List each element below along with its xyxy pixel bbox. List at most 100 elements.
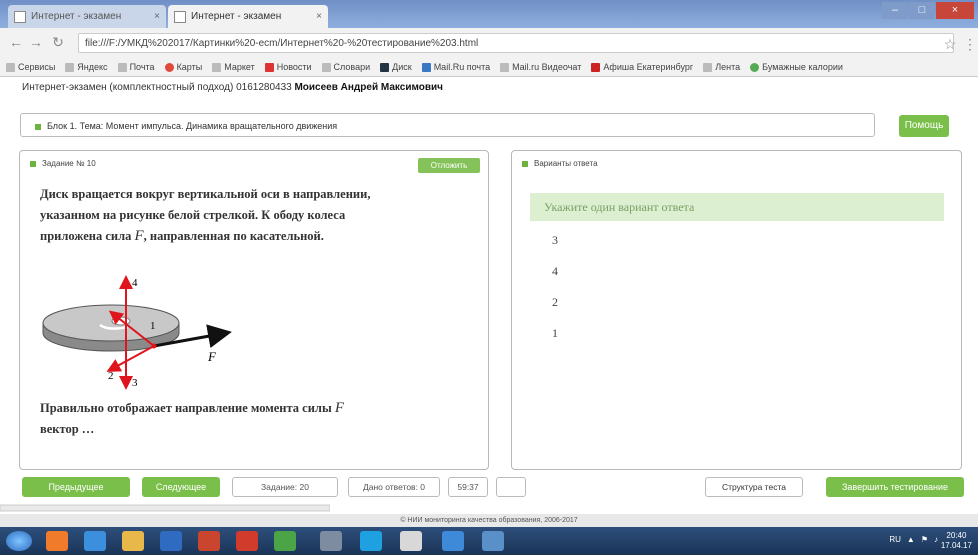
page-favicon-icon xyxy=(174,10,186,23)
exam-title: Интернет-экзамен (комплектностный подход… xyxy=(22,82,292,93)
volume-icon[interactable]: ♪ xyxy=(934,535,938,544)
bookmark-star-icon[interactable]: ☆ xyxy=(942,36,958,52)
page-scroll-strip[interactable] xyxy=(0,503,330,513)
question-text: Диск вращается вокруг вертикальной оси в… xyxy=(40,187,371,244)
green-square-icon xyxy=(522,160,528,167)
map-pin-icon xyxy=(164,62,174,72)
window-controls: – □ × xyxy=(882,2,974,19)
photo-app-icon[interactable] xyxy=(482,531,504,551)
timer: 59:37 xyxy=(448,477,488,497)
flag-icon[interactable]: ⚑ xyxy=(921,535,928,544)
force-symbol: F xyxy=(134,228,144,244)
answers-title: Варианты ответа xyxy=(534,159,598,168)
green-square-icon xyxy=(35,123,41,130)
maximize-icon[interactable]: □ xyxy=(909,2,935,19)
bookmark-item[interactable]: Новости xyxy=(264,62,312,72)
powerpoint-app-icon[interactable] xyxy=(198,531,220,551)
calculator-app-icon[interactable] xyxy=(400,531,422,551)
page-icon xyxy=(321,62,331,72)
answer-option[interactable]: 4 xyxy=(552,264,558,295)
postpone-button[interactable]: Отложить xyxy=(418,158,480,173)
block-topic-label: Блок 1. Тема: Момент импульса. Динамика … xyxy=(47,121,338,131)
tab-label: Интернет - экзамен xyxy=(31,11,122,22)
close-tab-icon[interactable]: × xyxy=(316,5,322,28)
answer-option[interactable]: 1 xyxy=(552,326,558,357)
next-button[interactable]: Следующее xyxy=(142,477,220,497)
green-square-icon xyxy=(30,160,36,167)
footer-copyright: © НИИ мониторинга качества образования, … xyxy=(0,514,978,527)
label-force: F xyxy=(207,349,217,364)
minimize-icon[interactable]: – xyxy=(882,2,908,19)
page-icon xyxy=(65,62,75,72)
bookmark-item[interactable]: Диск xyxy=(380,62,412,72)
question-header: Задание № 10 xyxy=(30,159,96,168)
close-tab-icon[interactable]: × xyxy=(154,5,160,28)
browser-tab-2[interactable]: Интернет - экзамен × xyxy=(168,5,328,28)
opera-browser-icon[interactable] xyxy=(236,531,258,551)
bookmark-item[interactable]: Яндекс xyxy=(65,62,108,72)
bookmarks-bar: Сервисы Яндекс Почта Карты Маркет Новост… xyxy=(0,58,978,77)
bookmark-item[interactable]: Сервисы xyxy=(6,62,55,72)
previous-button[interactable]: Предыдущее xyxy=(22,477,130,497)
skype-app-icon[interactable] xyxy=(360,531,382,551)
afisha-icon xyxy=(591,62,601,72)
app-icon[interactable] xyxy=(320,531,342,551)
answer-option[interactable]: 3 xyxy=(552,233,558,264)
answer-drop-zone[interactable]: Укажите один вариант ответа xyxy=(530,193,944,221)
ie-browser-icon[interactable] xyxy=(84,531,106,551)
bookmark-item[interactable]: Маркет xyxy=(212,62,255,72)
task-counter: Задание: 20 xyxy=(232,477,338,497)
bookmark-item[interactable]: Бумажные калории xyxy=(750,62,843,72)
back-icon[interactable]: ← xyxy=(8,34,24,50)
system-tray: RU ▲ ⚑ ♪ xyxy=(889,535,938,544)
page-icon xyxy=(117,62,127,72)
reload-icon[interactable]: ↻ xyxy=(50,34,66,50)
network-app-icon[interactable] xyxy=(442,531,464,551)
language-indicator[interactable]: RU xyxy=(889,535,901,544)
paint-app-icon[interactable] xyxy=(46,531,68,551)
folder-icon[interactable] xyxy=(122,531,144,551)
question-panel: Задание № 10 Отложить Диск вращается вок… xyxy=(19,150,489,470)
label-2: 2 xyxy=(108,370,114,382)
label-1: 1 xyxy=(150,320,156,332)
disk-icon xyxy=(380,62,390,72)
browser-menu-icon[interactable]: ⋮ xyxy=(962,36,978,52)
finish-test-button[interactable]: Завершить тестирование xyxy=(826,477,964,497)
test-structure-button[interactable]: Структура теста xyxy=(705,477,803,497)
bookmark-item[interactable]: Словари xyxy=(321,62,370,72)
help-button[interactable]: Помощь xyxy=(899,115,949,137)
force-symbol: F xyxy=(334,400,344,416)
start-button-icon[interactable] xyxy=(6,531,32,551)
question-prompt: Правильно отображает направление момента… xyxy=(40,400,344,436)
answers-panel: Варианты ответа Укажите один вариант отв… xyxy=(511,150,962,470)
disk-top xyxy=(42,304,180,342)
word-app-icon[interactable] xyxy=(160,531,182,551)
bookmark-item[interactable]: Mail.Ru почта xyxy=(421,62,490,72)
page-icon xyxy=(703,62,713,72)
page-icon xyxy=(212,62,222,72)
browser-tab-1[interactable]: Интернет - экзамен × xyxy=(8,5,166,28)
chrome-browser-icon[interactable] xyxy=(274,531,296,551)
tray-arrow-icon[interactable]: ▲ xyxy=(907,535,915,544)
application-point xyxy=(151,343,157,349)
blank-nav-button[interactable] xyxy=(496,477,526,497)
news-icon xyxy=(264,62,274,72)
answer-option[interactable]: 2 xyxy=(552,295,558,326)
question-number: Задание № 10 xyxy=(42,159,96,168)
globe-icon xyxy=(750,62,760,72)
bookmark-item[interactable]: Афиша Екатеринбург xyxy=(591,62,693,72)
taskbar-clock[interactable]: 20:40 17.04.17 xyxy=(941,531,972,551)
bookmark-item[interactable]: Лента xyxy=(703,62,740,72)
tab-label: Интернет - экзамен xyxy=(191,11,282,22)
page-icon xyxy=(500,62,510,72)
forward-icon[interactable]: → xyxy=(28,34,44,50)
bookmark-item[interactable]: Mail.ru Видеочат xyxy=(500,62,581,72)
disk-force-diagram: 4 1 2 3 F xyxy=(42,275,232,390)
student-name: Моисеев Андрей Максимович xyxy=(294,82,443,93)
block-topic-bar: Блок 1. Тема: Момент импульса. Динамика … xyxy=(20,113,875,137)
url-input[interactable]: file:///F:/УМКД%202017/Картинки%20-ecm/И… xyxy=(78,33,954,53)
bookmark-item[interactable]: Почта xyxy=(117,62,155,72)
page-favicon-icon xyxy=(14,10,26,23)
close-window-icon[interactable]: × xyxy=(936,2,974,19)
bookmark-item[interactable]: Карты xyxy=(164,62,202,72)
